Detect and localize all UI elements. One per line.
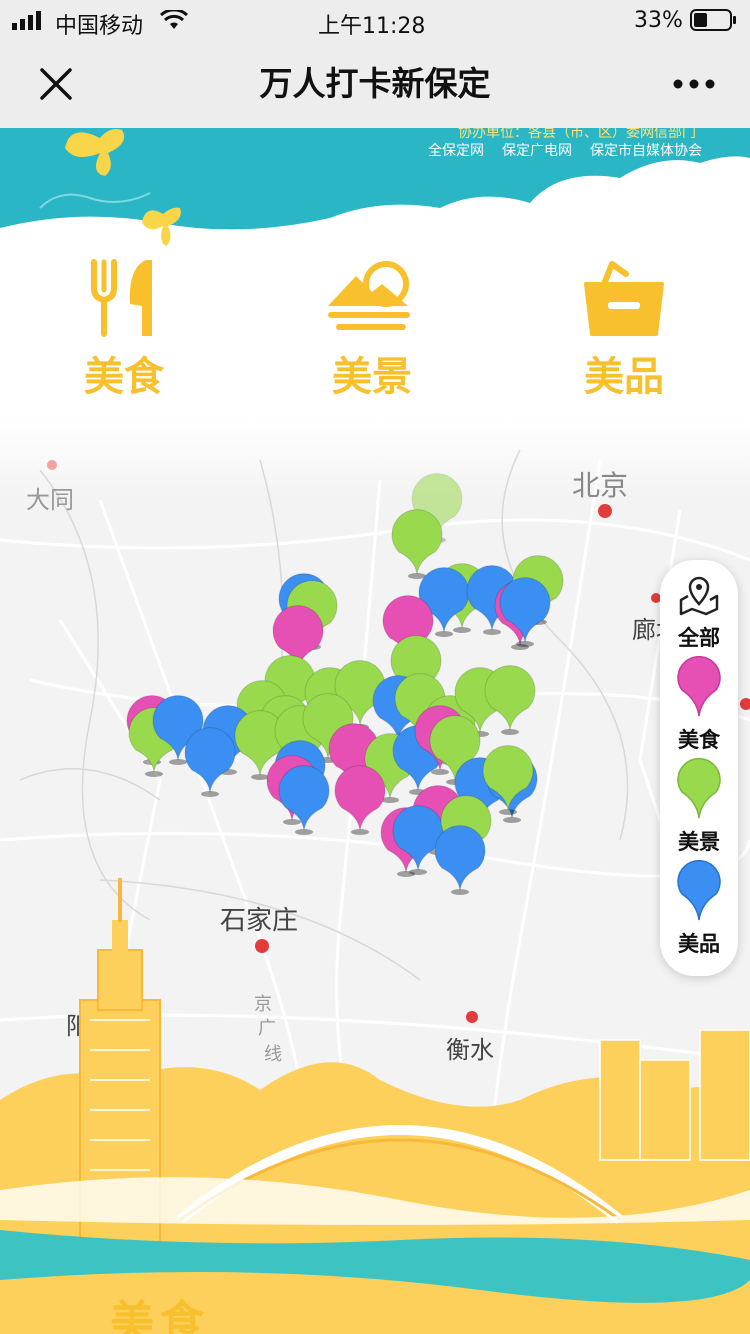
co-organizer-2: 保定广电网 [502,143,572,159]
fork-knife-icon [91,259,152,337]
map-legend: 全部 美食 美景 美品 [660,560,738,976]
category-scenery-label: 美景 [332,354,412,400]
map-pin-product[interactable] [184,727,236,797]
close-icon[interactable] [38,66,74,102]
co-organizer-1: 全保定网 [428,143,484,159]
wifi-icon [160,10,188,29]
scenery-pin-icon [677,758,721,819]
legend-all-label: 全部 [678,626,720,650]
category-scenery[interactable]: 美景 [282,250,462,400]
clock: 上午11:28 [318,14,426,39]
co-organizer-3: 保定市自媒体协会 [590,143,702,159]
legend-scenery-label: 美景 [678,830,720,854]
map-pin-scenery[interactable] [391,509,443,579]
map-pin-product[interactable] [278,765,330,835]
legend-product-label: 美品 [678,932,720,956]
bottom-food-title: 美食 [110,1297,210,1334]
product-pin-icon [677,860,721,921]
more-icon[interactable] [672,78,716,90]
battery-percent: 33% [634,8,683,33]
category-food-label: 美食 [84,354,164,400]
map-location-icon [679,576,719,616]
header-banner: 协办单位：各县（市、区）委网信部门 全保定网 保定广电网 保定市自媒体协会 [0,128,750,238]
city-skyline-illustration [0,878,750,1334]
legend-scenery[interactable]: 美景 [660,758,738,858]
map-pin-food[interactable] [334,765,386,835]
basket-icon [584,261,664,336]
mountain-sun-icon [328,261,410,330]
food-pin-icon [677,656,721,717]
carrier-label: 中国移动 [55,14,144,39]
nav-bar: 万人打卡新保定 [0,40,750,128]
signal-icon [12,11,41,30]
page-title: 万人打卡新保定 [259,64,491,103]
legend-food-label: 美食 [678,728,720,752]
legend-all[interactable]: 全部 [660,572,738,656]
category-product-label: 美品 [584,354,664,400]
map-pin-product[interactable] [499,577,551,647]
battery-icon [690,9,736,31]
legend-food[interactable]: 美食 [660,656,738,756]
map-view[interactable]: 大同 北京 廊坊 石家庄 衡水 德州 阳泉 京 广 线 美食 [0,420,750,1334]
map-pin-scenery[interactable] [484,665,536,735]
category-product[interactable]: 美品 [534,250,714,400]
status-bar: 中国移动 上午11:28 33% [0,0,750,40]
butterfly-icon [65,129,125,176]
legend-product[interactable]: 美品 [660,860,738,960]
category-food[interactable]: 美食 [34,250,214,400]
butterfly-small-icon [142,207,181,246]
